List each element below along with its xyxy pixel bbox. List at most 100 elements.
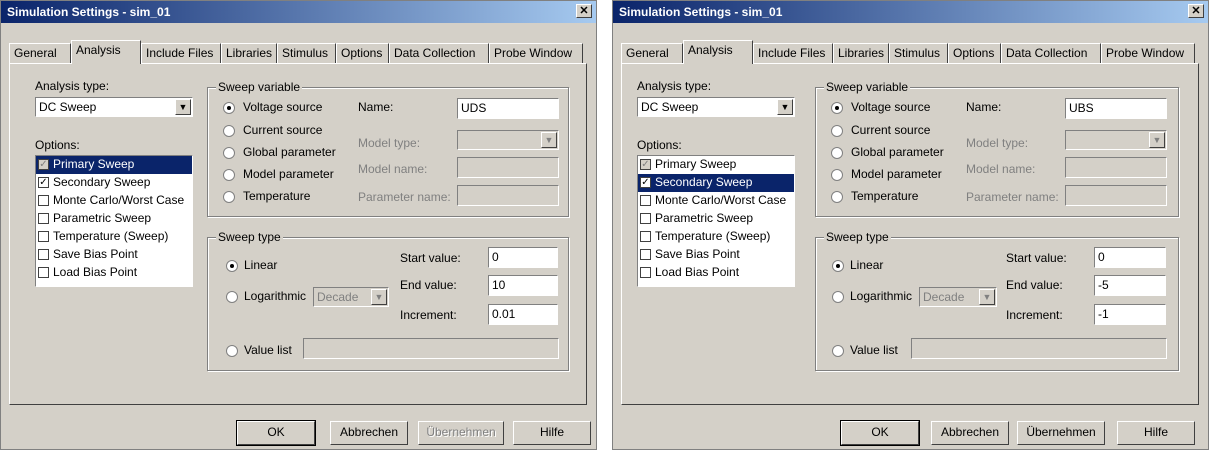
log-scale-dropdown[interactable]: Decade ▼ — [313, 287, 389, 307]
tab-libraries[interactable]: Libraries — [221, 43, 277, 63]
increment-input[interactable]: -1 — [1094, 304, 1166, 325]
radio-voltage-source[interactable] — [223, 102, 235, 114]
name-input[interactable]: UBS — [1065, 98, 1167, 119]
option-secondary-sweep[interactable]: ✓ Secondary Sweep — [638, 174, 794, 192]
help-button[interactable]: Hilfe — [513, 421, 591, 445]
radio-value-list[interactable] — [226, 345, 238, 357]
option-save-bias-point[interactable]: Save Bias Point — [36, 246, 192, 264]
option-save-bias-point[interactable]: Save Bias Point — [638, 246, 794, 264]
option-monte-carlo[interactable]: Monte Carlo/Worst Case — [638, 192, 794, 210]
option-primary-sweep[interactable]: ✓ Primary Sweep — [638, 156, 794, 174]
analysis-type-dropdown[interactable]: DC Sweep ▼ — [35, 97, 193, 117]
tab-include-files[interactable]: Include Files — [141, 43, 221, 63]
option-parametric-sweep[interactable]: Parametric Sweep — [638, 210, 794, 228]
start-value-input[interactable]: 0 — [488, 247, 558, 268]
log-scale-dropdown[interactable]: Decade ▼ — [919, 287, 997, 307]
radio-current-source[interactable] — [831, 125, 843, 137]
close-icon[interactable]: ✕ — [1188, 4, 1204, 18]
end-value-input[interactable]: 10 — [488, 275, 558, 296]
radio-model-parameter[interactable] — [223, 169, 235, 181]
value-list-input[interactable] — [911, 338, 1167, 359]
close-icon[interactable]: ✕ — [576, 4, 592, 18]
radio-global-parameter[interactable] — [223, 147, 235, 159]
value-list-input[interactable] — [303, 338, 559, 359]
model-type-dropdown[interactable]: ▼ — [1065, 130, 1167, 150]
checkbox-save-bias-point[interactable] — [38, 249, 49, 260]
radio-current-source[interactable] — [223, 125, 235, 137]
parameter-name-input[interactable] — [1065, 185, 1167, 206]
radio-global-parameter[interactable] — [831, 147, 843, 159]
checkbox-monte-carlo[interactable] — [38, 195, 49, 206]
radio-voltage-source[interactable] — [831, 102, 843, 114]
option-temperature-sweep[interactable]: Temperature (Sweep) — [638, 228, 794, 246]
tab-include-files[interactable]: Include Files — [753, 43, 833, 63]
name-input[interactable]: UDS — [457, 98, 559, 119]
radio-linear[interactable] — [832, 260, 844, 272]
tab-stimulus[interactable]: Stimulus — [277, 43, 336, 63]
tab-data-collection[interactable]: Data Collection — [1001, 43, 1101, 63]
tab-analysis[interactable]: Analysis — [71, 40, 141, 64]
start-value-input[interactable]: 0 — [1094, 247, 1166, 268]
title-bar: Simulation Settings - sim_01 ✕ — [1, 1, 596, 23]
model-type-dropdown[interactable]: ▼ — [457, 130, 559, 150]
radio-logarithmic[interactable] — [226, 291, 238, 303]
checkbox-save-bias-point[interactable] — [640, 249, 651, 260]
cancel-button[interactable]: Abbrechen — [931, 421, 1009, 445]
chevron-down-icon[interactable]: ▼ — [777, 99, 793, 115]
tab-analysis[interactable]: Analysis — [683, 40, 753, 64]
radio-linear[interactable] — [226, 260, 238, 272]
tab-probe-window[interactable]: Probe Window — [1101, 43, 1195, 63]
end-value-input[interactable]: -5 — [1094, 275, 1166, 296]
apply-button[interactable]: Übernehmen — [1017, 421, 1105, 445]
tab-data-collection[interactable]: Data Collection — [389, 43, 489, 63]
option-secondary-sweep[interactable]: ✓ Secondary Sweep — [36, 174, 192, 192]
checkbox-parametric-sweep[interactable] — [38, 213, 49, 224]
option-load-bias-point[interactable]: Load Bias Point — [638, 264, 794, 282]
checkbox-secondary-sweep[interactable]: ✓ — [640, 177, 651, 188]
apply-button[interactable]: Übernehmen — [418, 421, 504, 445]
checkbox-load-bias-point[interactable] — [640, 267, 651, 278]
radio-temperature[interactable] — [223, 191, 235, 203]
chevron-down-icon[interactable]: ▼ — [175, 99, 191, 115]
tab-options[interactable]: Options — [336, 43, 389, 63]
parameter-name-input[interactable] — [457, 185, 559, 206]
sweep-variable-label: Sweep variable — [824, 80, 911, 94]
ok-button[interactable]: OK — [840, 420, 920, 446]
radio-value-list[interactable] — [832, 345, 844, 357]
checkbox-secondary-sweep[interactable]: ✓ — [38, 177, 49, 188]
option-label: Temperature (Sweep) — [53, 229, 169, 243]
model-type-label: Model type: — [966, 136, 1029, 150]
radio-temperature[interactable] — [831, 191, 843, 203]
option-parametric-sweep[interactable]: Parametric Sweep — [36, 210, 192, 228]
tab-options[interactable]: Options — [948, 43, 1001, 63]
ok-button[interactable]: OK — [236, 420, 316, 446]
option-primary-sweep[interactable]: ✓ Primary Sweep — [36, 156, 192, 174]
cancel-button[interactable]: Abbrechen — [330, 421, 408, 445]
model-name-input[interactable] — [457, 157, 559, 178]
checkbox-load-bias-point[interactable] — [38, 267, 49, 278]
radio-model-parameter[interactable] — [831, 169, 843, 181]
increment-input[interactable]: 0.01 — [488, 304, 558, 325]
name-label: Name: — [966, 100, 1002, 114]
analysis-type-dropdown[interactable]: DC Sweep ▼ — [637, 97, 795, 117]
analysis-type-label: Analysis type: — [637, 79, 712, 93]
checkbox-temperature-sweep[interactable] — [38, 231, 49, 242]
options-label: Options: — [637, 138, 682, 152]
tab-probe-window[interactable]: Probe Window — [489, 43, 583, 63]
model-name-input[interactable] — [1065, 157, 1167, 178]
end-value-label: End value: — [400, 278, 457, 292]
checkbox-parametric-sweep[interactable] — [640, 213, 651, 224]
chevron-down-icon: ▼ — [371, 289, 387, 305]
checkbox-temperature-sweep[interactable] — [640, 231, 651, 242]
tab-general[interactable]: General — [9, 43, 71, 63]
option-load-bias-point[interactable]: Load Bias Point — [36, 264, 192, 282]
tab-stimulus[interactable]: Stimulus — [889, 43, 948, 63]
checkbox-monte-carlo[interactable] — [640, 195, 651, 206]
tab-general[interactable]: General — [621, 43, 683, 63]
tab-libraries[interactable]: Libraries — [833, 43, 889, 63]
option-monte-carlo[interactable]: Monte Carlo/Worst Case — [36, 192, 192, 210]
option-temperature-sweep[interactable]: Temperature (Sweep) — [36, 228, 192, 246]
help-button[interactable]: Hilfe — [1117, 421, 1195, 445]
radio-logarithmic[interactable] — [832, 291, 844, 303]
option-label: Temperature (Sweep) — [655, 229, 771, 243]
